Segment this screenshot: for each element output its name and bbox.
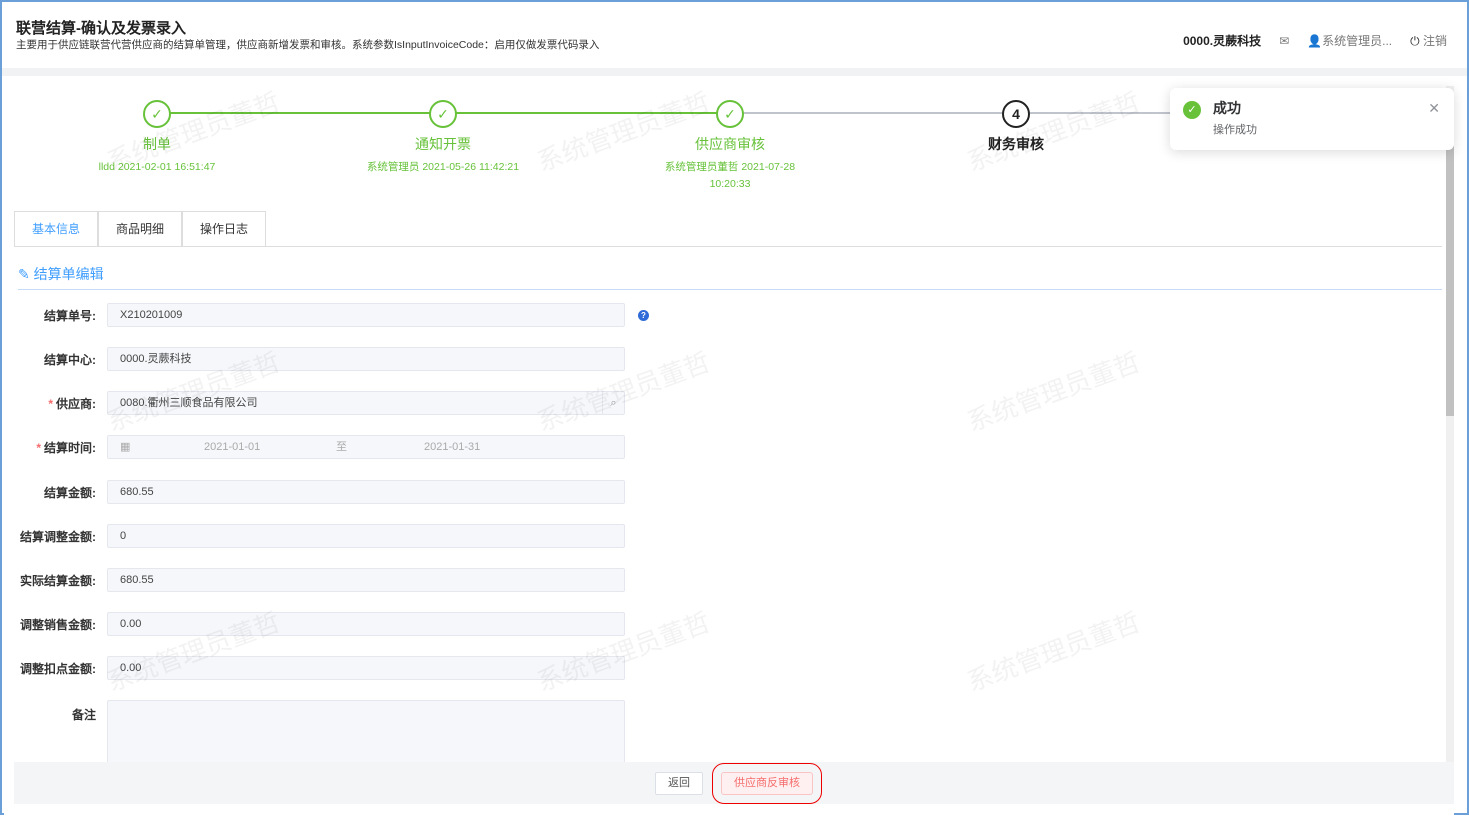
org-name[interactable]: 0000.灵蕨科技 xyxy=(1183,32,1261,49)
search-icon[interactable]: ⌕ xyxy=(602,392,624,414)
power-icon: ⏻ xyxy=(1410,34,1420,48)
adjust-points-field[interactable]: 0.00 xyxy=(107,656,625,680)
tab-goods-detail[interactable]: 商品明细 xyxy=(98,211,183,246)
scrollbar[interactable] xyxy=(1446,86,1454,762)
supplier-field[interactable]: 0080.衢州三顺食品有限公司 ⌕ xyxy=(107,391,625,415)
page-title: 联营结算-确认及发票录入 xyxy=(16,20,186,37)
section-header: ✎ 结算单编辑 xyxy=(18,264,1442,290)
page-subtitle: 主要用于供应链联营代营供应商的结算单管理，供应商新增发票和审核。系统参数IsIn… xyxy=(16,39,600,51)
back-button[interactable]: 返回 xyxy=(655,771,703,795)
adjust-sales-field[interactable]: 0.00 xyxy=(107,612,625,636)
logout-button[interactable]: ⏻ 注销 xyxy=(1410,32,1447,49)
calendar-icon: ▦ xyxy=(120,441,131,453)
actual-amount-field[interactable]: 680.55 xyxy=(107,568,625,592)
period-range-field[interactable]: ▦ 2021-01-01 至 2021-01-31 xyxy=(107,435,625,459)
check-icon: ✓ xyxy=(716,100,744,128)
step-2: ✓ 通知开票 系统管理员 2021-05-26 11:42:21 xyxy=(343,100,543,176)
user-menu[interactable]: 👤系统管理员... xyxy=(1307,32,1392,49)
settle-amount-field[interactable]: 680.55 xyxy=(107,480,625,504)
success-check-icon: ✓ xyxy=(1183,101,1201,119)
main-panel: ✓ 制单 lldd 2021-02-01 16:51:47 ✓ 通知开票 系统管理员 2… xyxy=(4,76,1454,816)
adjust-amount-field[interactable]: 0 xyxy=(107,524,625,548)
page-header: 联营结算-确认及发票录入 主要用于供应链联营代营供应商的结算单管理，供应商新增发… xyxy=(2,2,1467,68)
edit-icon: ✎ xyxy=(18,266,30,282)
divider xyxy=(2,68,1467,76)
close-icon[interactable]: ✕ xyxy=(1428,100,1440,117)
tab-operation-log[interactable]: 操作日志 xyxy=(182,211,267,246)
action-bar: 返回 供应商反审核 xyxy=(14,762,1454,804)
supplier-reverse-audit-button[interactable]: 供应商反审核 xyxy=(712,762,822,804)
step-1: ✓ 制单 lldd 2021-02-01 16:51:47 xyxy=(57,100,257,176)
scrollbar-thumb[interactable] xyxy=(1446,146,1454,416)
user-icon: 👤 xyxy=(1307,34,1323,48)
mail-icon[interactable]: ✉ xyxy=(1279,34,1289,48)
success-toast: ✓ 成功 操作成功 ✕ xyxy=(1170,88,1454,150)
check-icon: ✓ xyxy=(429,100,457,128)
tab-bar: 基本信息 商品明细 操作日志 xyxy=(14,211,1442,247)
settle-no-field[interactable]: X210201009 xyxy=(107,303,625,327)
help-icon[interactable]: ? xyxy=(638,309,649,321)
check-icon: ✓ xyxy=(143,100,171,128)
tab-basic-info[interactable]: 基本信息 xyxy=(14,211,99,246)
step-4: 4 财务审核 xyxy=(916,100,1116,154)
settle-center-field[interactable]: 0000.灵蕨科技 xyxy=(107,347,625,371)
step-3: ✓ 供应商审核 系统管理员董哲 2021-07-28 10:20:33 xyxy=(630,100,830,193)
remark-textarea[interactable] xyxy=(107,700,625,770)
